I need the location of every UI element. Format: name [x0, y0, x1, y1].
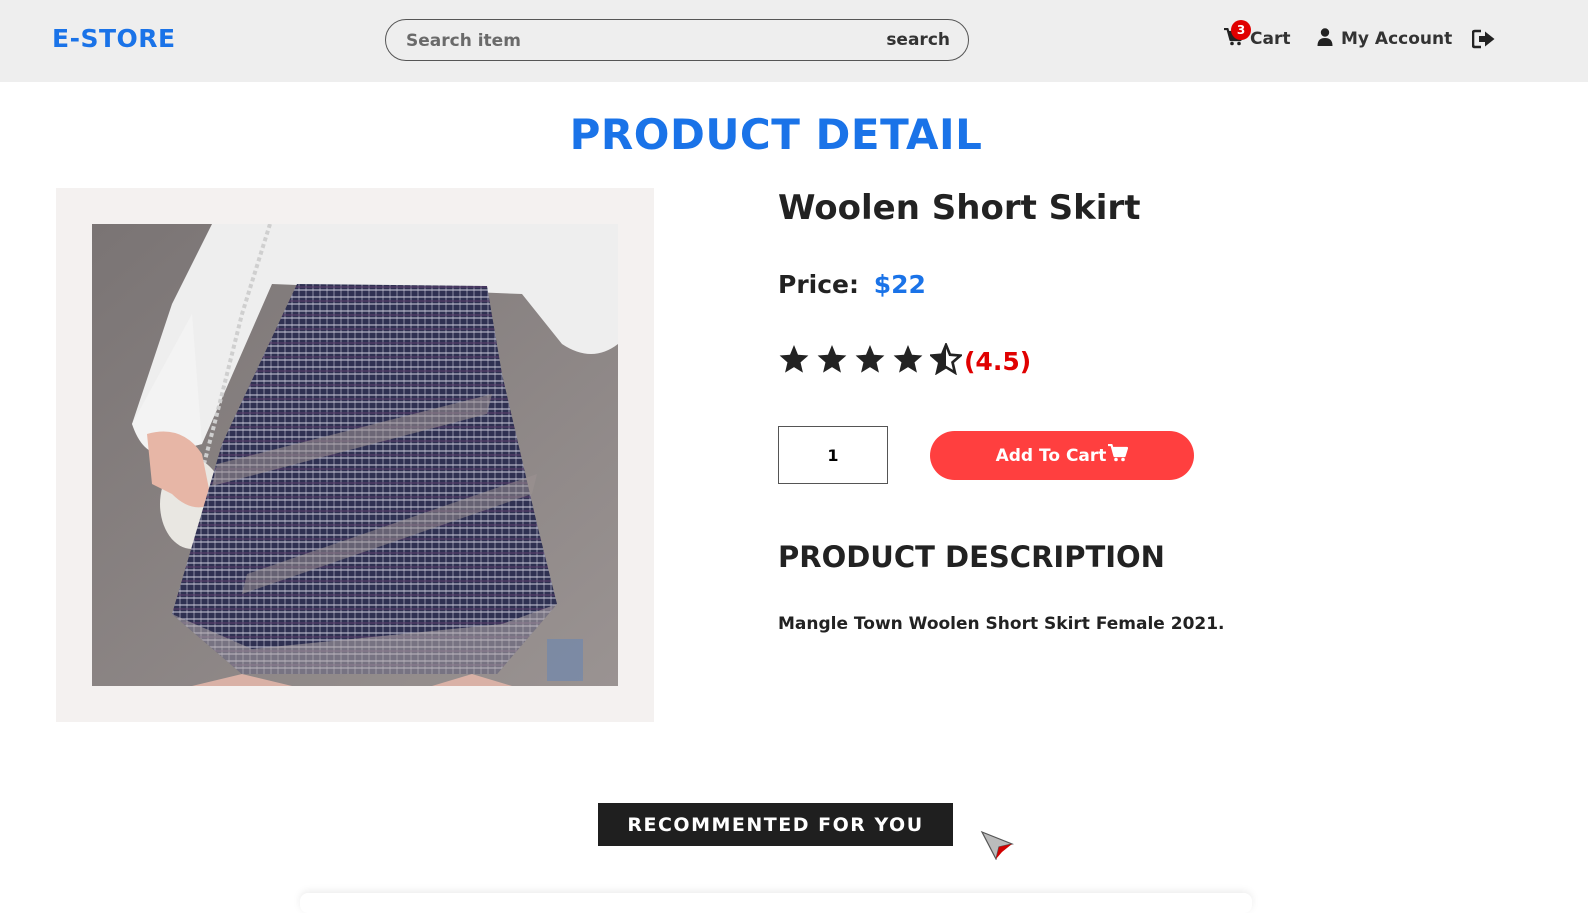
my-account-link[interactable]: My Account — [1317, 28, 1452, 50]
rating-value: (4.5) — [964, 346, 1032, 376]
cart-label: Cart — [1250, 29, 1291, 49]
star-icon — [854, 343, 892, 379]
mouse-cursor-icon — [980, 830, 1015, 864]
recommended-card — [300, 893, 1252, 913]
star-icon — [892, 343, 930, 379]
brand-logo[interactable]: E-STORE — [52, 24, 176, 53]
search-input[interactable] — [404, 28, 868, 54]
logout-icon[interactable] — [1471, 29, 1496, 53]
product-price: Price: $22 — [778, 270, 926, 299]
page-title: PRODUCT DETAIL — [569, 110, 983, 159]
user-icon — [1317, 28, 1333, 50]
product-image-panel — [56, 188, 654, 722]
product-rating: (4.5) — [778, 341, 1032, 379]
description-text: Mangle Town Woolen Short Skirt Female 20… — [778, 614, 1225, 634]
product-title: Woolen Short Skirt — [778, 188, 1141, 228]
price-label: Price: — [778, 270, 859, 299]
search-bar: search — [385, 19, 969, 61]
cart-count-badge: 3 — [1231, 20, 1251, 40]
my-account-label: My Account — [1341, 29, 1453, 49]
search-button[interactable]: search — [886, 30, 950, 50]
star-icon — [816, 343, 854, 379]
description-heading: PRODUCT DESCRIPTION — [778, 540, 1165, 574]
top-navbar: E-STORE search 3 Cart My Account — [0, 0, 1588, 82]
shopping-cart-icon — [1106, 443, 1129, 467]
quantity-input[interactable] — [778, 426, 888, 484]
price-value: $22 — [873, 270, 926, 299]
cart-link[interactable]: 3 Cart — [1224, 20, 1291, 50]
add-to-cart-button[interactable]: Add To Cart — [930, 431, 1194, 480]
product-image — [92, 224, 618, 686]
add-to-cart-label: Add To Cart — [995, 445, 1107, 466]
star-icon — [778, 343, 816, 379]
recommended-heading: RECOMMENTED FOR YOU — [598, 803, 953, 846]
star-half-icon — [928, 341, 968, 379]
